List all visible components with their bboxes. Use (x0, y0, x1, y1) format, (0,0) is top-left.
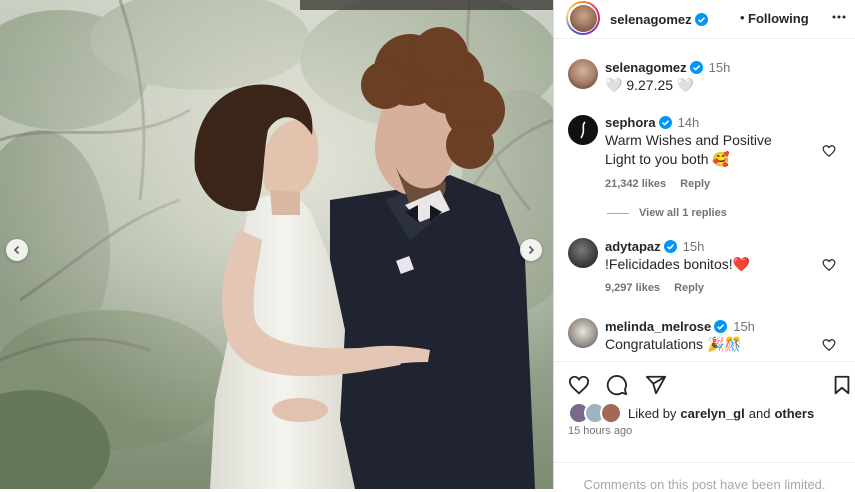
verified-badge-icon (714, 320, 728, 333)
heart-icon[interactable] (822, 338, 836, 352)
comment-username[interactable]: melinda_melrose (605, 319, 711, 334)
comment-time: 15h (733, 319, 755, 334)
comment-time: 14h (677, 115, 700, 130)
more-options-icon[interactable] (831, 9, 847, 25)
comment-username[interactable]: adytapaz (605, 239, 661, 254)
post-side-panel: selenagomez • Following selenagomez 15h 🤍… (553, 0, 855, 492)
story-ring-avatar[interactable] (566, 1, 600, 35)
caption-time: 15h (708, 60, 731, 75)
caption-header: selenagomez 15h (605, 60, 730, 75)
comment-likes[interactable]: 21,342 likes (605, 178, 666, 190)
reply-button[interactable]: Reply (674, 282, 704, 294)
comment-icon[interactable] (606, 374, 628, 396)
avatar[interactable] (568, 115, 598, 145)
comment-meta: 9,297 likes Reply (605, 282, 718, 294)
verified-badge-icon (694, 13, 708, 26)
post-header: selenagomez • Following (554, 0, 855, 39)
avatar[interactable] (568, 238, 598, 268)
chevron-right-icon (528, 245, 535, 255)
heart-icon[interactable] (822, 258, 836, 272)
sephora-logo-icon (580, 121, 586, 139)
comment-text-line1: Warm Wishes and Positive (605, 132, 772, 148)
view-replies-label: View all 1 replies (639, 207, 727, 219)
view-replies-button[interactable]: View all 1 replies (607, 207, 727, 219)
comment-header: melinda_melrose 15h (605, 319, 755, 334)
comment-text-line2: Light to you both 🥰 (605, 151, 730, 167)
comment-meta: 21,342 likes Reply (605, 178, 724, 190)
comment-text: !Felicidades bonitos!❤️ (605, 256, 751, 272)
comment-likes[interactable]: 9,297 likes (605, 282, 660, 294)
caption-username[interactable]: selenagomez (605, 60, 687, 75)
avatar[interactable] (568, 318, 598, 348)
avatar (569, 4, 597, 32)
comment-header: sephora 14h (605, 115, 699, 130)
header-separator: • (740, 10, 745, 25)
footer-divider (554, 462, 855, 463)
liked-by-row[interactable]: Liked by carelyn_gl and others (568, 402, 814, 424)
header-username-row: selenagomez (610, 11, 708, 29)
comment-header: adytapaz 15h (605, 239, 704, 254)
chevron-left-icon (13, 245, 20, 255)
bookmark-icon[interactable] (831, 374, 853, 396)
heart-icon[interactable] (822, 144, 836, 158)
comment-username[interactable]: sephora (605, 115, 656, 130)
verified-badge-icon (663, 240, 677, 253)
share-icon[interactable] (645, 374, 667, 396)
replies-divider (607, 212, 629, 214)
liked-by-prefix: Liked by (628, 405, 677, 421)
wedding-photo-image (0, 0, 553, 489)
post-photo[interactable] (0, 0, 553, 489)
comments-limited-notice: Comments on this post have been limited. (583, 477, 826, 492)
caption-text: 🤍 9.27.25 🤍 (605, 77, 695, 93)
avatar (600, 402, 622, 424)
instagram-post: selenagomez • Following selenagomez 15h 🤍… (0, 0, 855, 492)
verified-badge-icon (658, 116, 672, 129)
next-photo-button[interactable] (520, 239, 542, 261)
previous-photo-button[interactable] (6, 239, 28, 261)
reply-button[interactable]: Reply (680, 178, 710, 190)
post-timestamp[interactable]: 15 hours ago (568, 425, 632, 437)
liked-by-connector: and (748, 405, 771, 421)
comment-text: Congratulations 🎉🎊 (605, 336, 742, 352)
avatar[interactable] (568, 59, 598, 89)
following-button[interactable]: Following (748, 11, 809, 26)
verified-badge-icon (689, 61, 703, 74)
header-username[interactable]: selenagomez (610, 12, 692, 27)
heart-icon[interactable] (568, 374, 590, 396)
comment-time: 15h (682, 239, 705, 254)
liked-by-others[interactable]: others (774, 406, 814, 421)
liked-by-user[interactable]: carelyn_gl (680, 406, 744, 421)
actions-divider (554, 361, 855, 362)
